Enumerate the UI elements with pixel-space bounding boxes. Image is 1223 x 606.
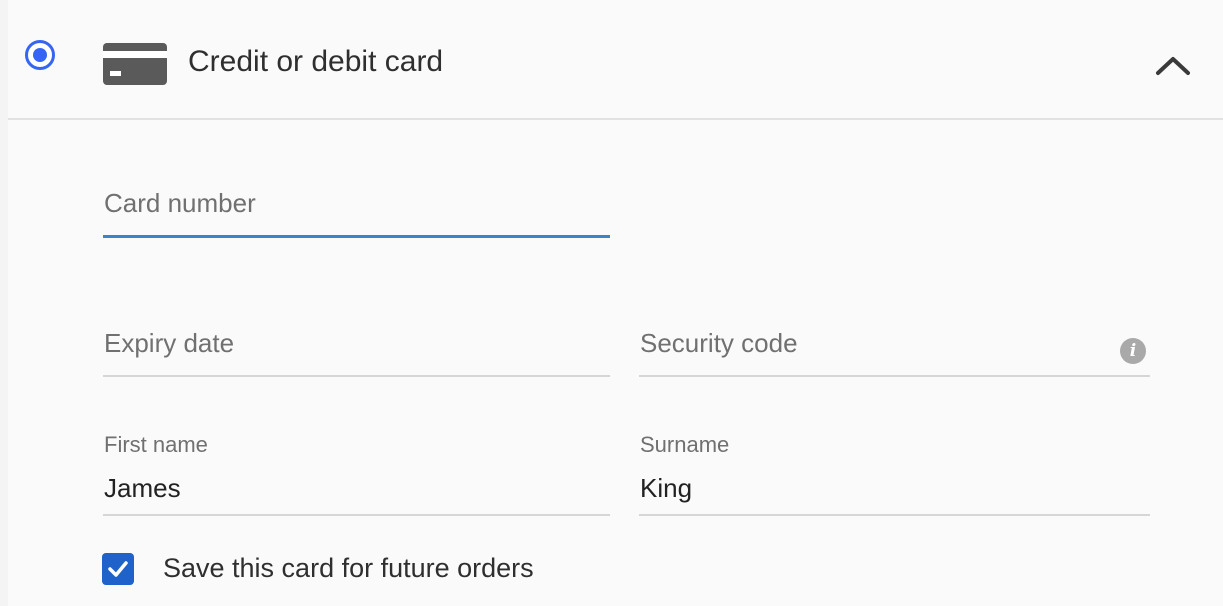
- security-code-placeholder: Security code: [640, 328, 798, 358]
- expiry-date-placeholder: Expiry date: [104, 328, 235, 358]
- card-number-placeholder: Card number: [104, 188, 256, 218]
- first-name-label: First name: [104, 432, 208, 457]
- card-number-field[interactable]: Card number: [103, 186, 610, 238]
- surname-field[interactable]: Surname King: [639, 430, 1150, 516]
- payment-option-title: Credit or debit card: [188, 45, 444, 78]
- first-name-underline: [103, 514, 610, 516]
- info-icon[interactable]: i: [1120, 338, 1146, 364]
- surname-value: King: [640, 473, 693, 503]
- first-name-field[interactable]: First name James: [103, 430, 610, 516]
- save-card-label[interactable]: Save this card for future orders: [163, 552, 534, 584]
- first-name-value: James: [104, 473, 181, 503]
- chevron-up-icon[interactable]: [1150, 47, 1196, 81]
- surname-label: Surname: [640, 432, 730, 457]
- panel-left-edge: [0, 0, 8, 606]
- checkmark-icon: [108, 561, 128, 577]
- security-code-field[interactable]: Security code i: [639, 326, 1150, 377]
- radio-selected-dot: [33, 48, 47, 62]
- credit-card-radio[interactable]: [25, 40, 55, 70]
- payment-method-panel: Credit or debit card Card number Expiry …: [0, 0, 1223, 606]
- save-card-checkbox[interactable]: [102, 553, 134, 585]
- card-number-underline: [103, 235, 610, 238]
- surname-underline: [639, 514, 1150, 516]
- expiry-date-field[interactable]: Expiry date: [103, 326, 610, 377]
- expiry-date-underline: [103, 375, 610, 377]
- credit-card-icon: [103, 43, 167, 85]
- security-code-underline: [639, 375, 1150, 377]
